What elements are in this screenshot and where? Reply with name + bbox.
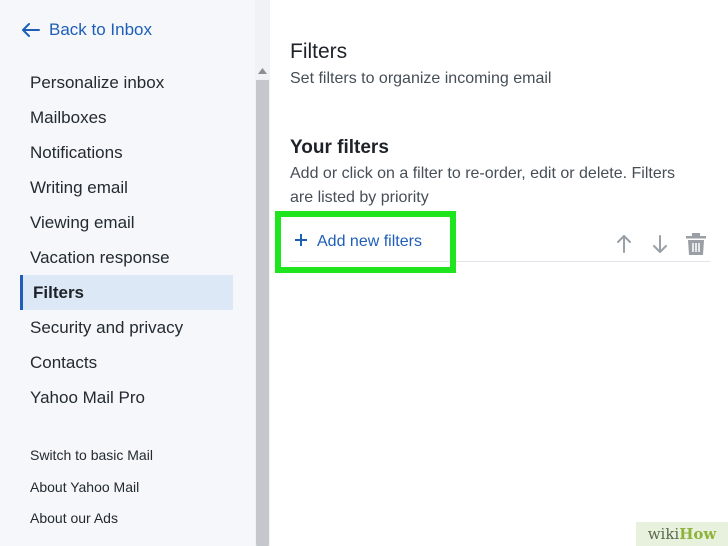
scrollbar-thumb[interactable] — [256, 80, 269, 546]
trash-icon[interactable] — [684, 232, 708, 256]
your-filters-heading: Your filters — [290, 137, 389, 158]
nav-item-viewing-email[interactable]: Viewing email — [20, 205, 233, 240]
sidebar-footer-links: Switch to basic Mail About Yahoo Mail Ab… — [30, 440, 153, 535]
filters-panel: Filters Set filters to organize incoming… — [270, 0, 728, 546]
nav-item-contacts[interactable]: Contacts — [20, 345, 233, 380]
wikihow-watermark: wiki How — [636, 522, 728, 546]
nav-item-security-and-privacy[interactable]: Security and privacy — [20, 310, 233, 345]
filter-actions-toolbar — [612, 232, 708, 256]
watermark-suffix: How — [679, 525, 717, 543]
nav-item-writing-email[interactable]: Writing email — [20, 170, 233, 205]
nav-item-personalize-inbox[interactable]: Personalize inbox — [20, 65, 233, 100]
page-subtitle: Set filters to organize incoming email — [290, 70, 552, 87]
settings-nav: Personalize inbox Mailboxes Notification… — [20, 65, 233, 415]
nav-item-notifications[interactable]: Notifications — [20, 135, 233, 170]
about-yahoo-mail-link[interactable]: About Yahoo Mail — [30, 472, 153, 504]
about-our-ads-link[interactable]: About our Ads — [30, 503, 153, 535]
watermark-prefix: wiki — [647, 525, 680, 543]
switch-to-basic-mail-link[interactable]: Switch to basic Mail — [30, 440, 153, 472]
arrow-up-icon[interactable] — [612, 232, 636, 256]
page-title: Filters — [290, 40, 348, 63]
settings-sidebar: Back to Inbox Personalize inbox Mailboxe… — [0, 0, 255, 546]
settings-page: Back to Inbox Personalize inbox Mailboxe… — [0, 0, 728, 546]
nav-item-vacation-response[interactable]: Vacation response — [20, 240, 233, 275]
back-to-inbox-link[interactable]: Back to Inbox — [22, 20, 152, 40]
highlight-box — [275, 211, 456, 273]
scroll-up-arrow-icon[interactable] — [255, 64, 270, 78]
arrow-left-icon — [22, 23, 40, 37]
your-filters-description: Add or click on a filter to re-order, ed… — [290, 165, 676, 206]
nav-item-yahoo-mail-pro[interactable]: Yahoo Mail Pro — [20, 380, 233, 415]
nav-item-filters[interactable]: Filters — [20, 275, 233, 310]
nav-item-mailboxes[interactable]: Mailboxes — [20, 100, 233, 135]
back-to-inbox-label: Back to Inbox — [49, 20, 153, 39]
arrow-down-icon[interactable] — [648, 232, 672, 256]
sidebar-scrollbar[interactable] — [255, 0, 270, 546]
